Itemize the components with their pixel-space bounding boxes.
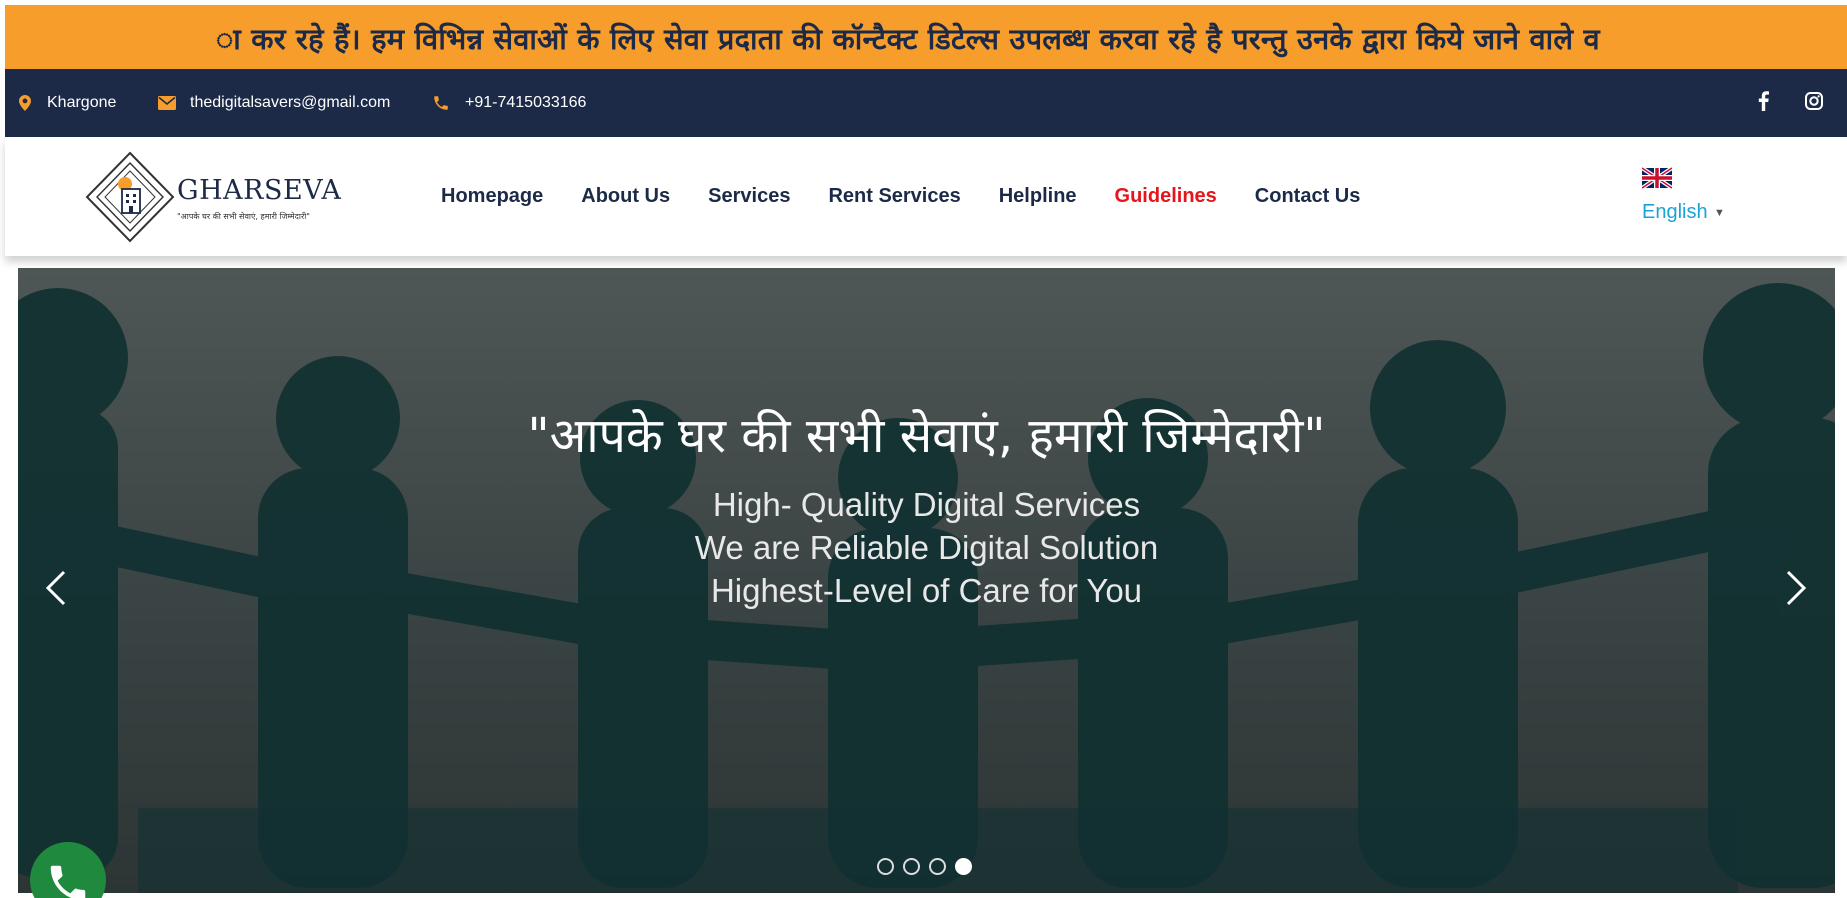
phone-link[interactable]: +91-7415033166: [465, 94, 586, 112]
slide-indicators: [877, 858, 981, 875]
email-link[interactable]: thedigitalsavers@gmail.com: [190, 94, 390, 112]
news-ticker: ा कर रहे हैं। हम विभिन्न सेवाओं के लिए स…: [5, 5, 1847, 69]
hero-line-1: High- Quality Digital Services: [712, 486, 1141, 523]
phone-info[interactable]: +91-7415033166: [431, 69, 586, 137]
hero-line-3: Highest-Level of Care for You: [710, 572, 1143, 609]
phone-icon: [50, 865, 86, 898]
main-nav: Homepage About Us Services Rent Services…: [441, 137, 1398, 256]
top-info-bar: Khargone thedigitalsavers@gmail.com +91-…: [5, 69, 1847, 137]
slide-dot-1[interactable]: [877, 858, 894, 875]
logo[interactable]: GHARSEVA "आपके घर की सभी सेवाएं, हमारी ज…: [85, 151, 345, 243]
logo-tagline: "आपके घर की सभी सेवाएं, हमारी जिम्मेदारी…: [177, 212, 310, 221]
prev-slide-arrow-icon[interactable]: [38, 558, 74, 618]
logo-title: GHARSEVA: [177, 175, 342, 206]
nav-contact-us[interactable]: Contact Us: [1255, 185, 1361, 208]
next-slide-arrow-icon[interactable]: [1778, 558, 1814, 618]
nav-guidelines[interactable]: Guidelines: [1115, 185, 1217, 208]
language-label[interactable]: English: [1642, 201, 1708, 224]
facebook-icon[interactable]: [1751, 89, 1775, 113]
slide-dot-4[interactable]: [955, 858, 972, 875]
envelope-icon: [158, 94, 176, 112]
ticker-text: ा कर रहे हैं। हम विभिन्न सेवाओं के लिए स…: [216, 22, 1600, 56]
nav-helpline[interactable]: Helpline: [999, 185, 1077, 208]
language-selector[interactable]: English ▼: [1642, 167, 1732, 227]
nav-homepage[interactable]: Homepage: [441, 185, 543, 208]
caret-down-icon[interactable]: ▼: [1714, 207, 1725, 219]
nav-about-us[interactable]: About Us: [581, 185, 670, 208]
map-pin-icon: [17, 94, 33, 112]
nav-services[interactable]: Services: [708, 185, 790, 208]
hero-title: "आपके घर की सभी सेवाएं, हमारी जिम्मेदारी…: [527, 408, 1326, 464]
location-info: Khargone: [17, 69, 116, 137]
hero-line-2: We are Reliable Digital Solution: [694, 529, 1159, 566]
location-text: Khargone: [47, 94, 117, 111]
uk-flag-icon: [1642, 167, 1672, 189]
slide-dot-3[interactable]: [929, 858, 946, 875]
logo-emblem-icon: [85, 151, 175, 243]
nav-rent-services[interactable]: Rent Services: [828, 185, 960, 208]
site-header: GHARSEVA "आपके घर की सभी सेवाएं, हमारी ज…: [5, 137, 1847, 256]
phone-icon: [431, 94, 451, 112]
hero-slider: "आपके घर की सभी सेवाएं, हमारी जिम्मेदारी…: [18, 268, 1835, 893]
email-info[interactable]: thedigitalsavers@gmail.com: [158, 69, 390, 137]
instagram-icon[interactable]: [1802, 89, 1826, 113]
slide-dot-2[interactable]: [903, 858, 920, 875]
